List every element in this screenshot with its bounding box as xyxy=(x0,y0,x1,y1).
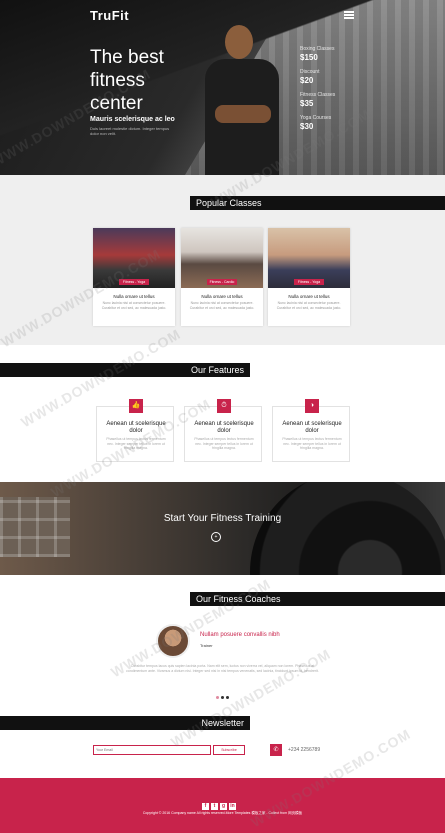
features-heading: Our Features xyxy=(0,363,250,377)
price-item: Boxing Classes $150 xyxy=(300,46,410,62)
feature-text: Phasellus ut tempus lectus fermentum nec… xyxy=(282,437,342,450)
feature-card: ◑ Aenean ut scelerisque dolor Phasellus … xyxy=(272,399,350,462)
trainer-photo xyxy=(205,25,285,175)
google-plus-icon[interactable]: g xyxy=(220,803,227,810)
coach-testimonial: Curabitur tempus lacus quis sapien lacin… xyxy=(126,664,319,673)
hero-subtitle: Mauris scelerisque ac leo xyxy=(90,116,175,123)
feature-title: Aenean ut scelerisque dolor xyxy=(194,421,254,434)
price-name: Discount xyxy=(300,69,320,75)
hamburger-menu-icon[interactable] xyxy=(344,11,354,19)
play-button[interactable]: + xyxy=(211,532,221,542)
phone-number: +234 2256789 xyxy=(288,747,321,753)
coach-role: Trainer xyxy=(200,643,213,648)
feature-text: Phasellus ut tempus lectus fermentum nec… xyxy=(106,437,166,450)
banner-window-image xyxy=(0,497,70,557)
feature-title: Aenean ut scelerisque dolor xyxy=(106,421,166,434)
coach-avatar xyxy=(156,624,190,658)
class-card[interactable]: Fitness - Cardio Nulla ornare ut tellus … xyxy=(181,228,263,326)
hero-description: Duis laoreet molestie dictum. Integer te… xyxy=(90,126,170,136)
feature-card: ⏱ Aenean ut scelerisque dolor Phasellus … xyxy=(184,399,262,462)
price-name: Boxing Classes xyxy=(300,46,335,52)
price-value: $150 xyxy=(300,53,318,62)
class-card[interactable]: Fitness - Yoga Nulla ornare ut tellus Nu… xyxy=(93,228,175,326)
phone-icon: ✆ xyxy=(270,744,282,756)
price-value: $30 xyxy=(300,122,314,131)
hero-title: The best fitness center xyxy=(90,47,164,114)
price-name: Fitness Classes xyxy=(300,92,336,98)
price-list: Boxing Classes $150 Discount $20 Fitness… xyxy=(300,46,410,138)
newsletter-heading: Newsletter xyxy=(0,716,250,730)
class-title[interactable]: Nulla ornare ut tellus xyxy=(181,294,263,299)
social-links: f t g in xyxy=(202,794,238,812)
class-tag: Fitness - Yoga xyxy=(119,279,149,285)
carousel-dot[interactable] xyxy=(226,696,229,699)
stopwatch-icon: ⏱ xyxy=(217,399,231,413)
twitter-icon[interactable]: t xyxy=(211,803,218,810)
pie-chart-icon: ◑ xyxy=(305,399,319,413)
class-text: Nunc lacinia nisi at consectetur posuere… xyxy=(189,301,255,310)
banner-title: Start Your Fitness Training xyxy=(163,513,282,524)
class-card[interactable]: Fitness - Yoga Nulla ornare ut tellus Nu… xyxy=(268,228,350,326)
subscribe-button[interactable]: Subscribe xyxy=(213,745,245,755)
site-logo[interactable]: TruFit xyxy=(90,8,129,23)
facebook-icon[interactable]: f xyxy=(202,803,209,810)
classes-heading: Popular Classes xyxy=(190,196,445,210)
price-item: Yoga Courses $30 xyxy=(300,115,410,131)
thumbs-up-icon: 👍 xyxy=(129,399,143,413)
price-value: $35 xyxy=(300,99,314,108)
coach-name: Nullam posuere convallis nibh xyxy=(200,632,280,638)
carousel-dots xyxy=(216,686,231,704)
class-tag: Fitness - Cardio xyxy=(207,279,237,285)
price-item: Fitness Classes $35 xyxy=(300,92,410,108)
price-item: Discount $20 xyxy=(300,69,410,85)
feature-title: Aenean ut scelerisque dolor xyxy=(282,421,342,434)
coaches-heading: Our Fitness Coaches xyxy=(190,592,445,606)
class-title[interactable]: Nulla ornare ut tellus xyxy=(268,294,350,299)
class-text: Nunc lacinia nisi at consectetur posuere… xyxy=(101,301,167,310)
class-text: Nunc lacinia nisi at consectetur posuere… xyxy=(276,301,342,310)
class-tag: Fitness - Yoga xyxy=(294,279,324,285)
watermark: WWW.DOWNDEMO.COM xyxy=(168,645,334,751)
newsletter-email-input[interactable] xyxy=(93,745,211,755)
weight-plate-image xyxy=(250,482,445,575)
carousel-dot[interactable] xyxy=(221,696,224,699)
price-value: $20 xyxy=(300,76,314,85)
carousel-dot[interactable] xyxy=(216,696,219,699)
feature-card: 👍 Aenean ut scelerisque dolor Phasellus … xyxy=(96,399,174,462)
class-title[interactable]: Nulla ornare ut tellus xyxy=(93,294,175,299)
linkedin-icon[interactable]: in xyxy=(229,803,236,810)
feature-text: Phasellus ut tempus lectus fermentum nec… xyxy=(194,437,254,450)
copyright-text: Copyright © 2016 Company name All rights… xyxy=(142,811,303,815)
training-banner xyxy=(0,482,445,575)
price-name: Yoga Courses xyxy=(300,115,332,121)
